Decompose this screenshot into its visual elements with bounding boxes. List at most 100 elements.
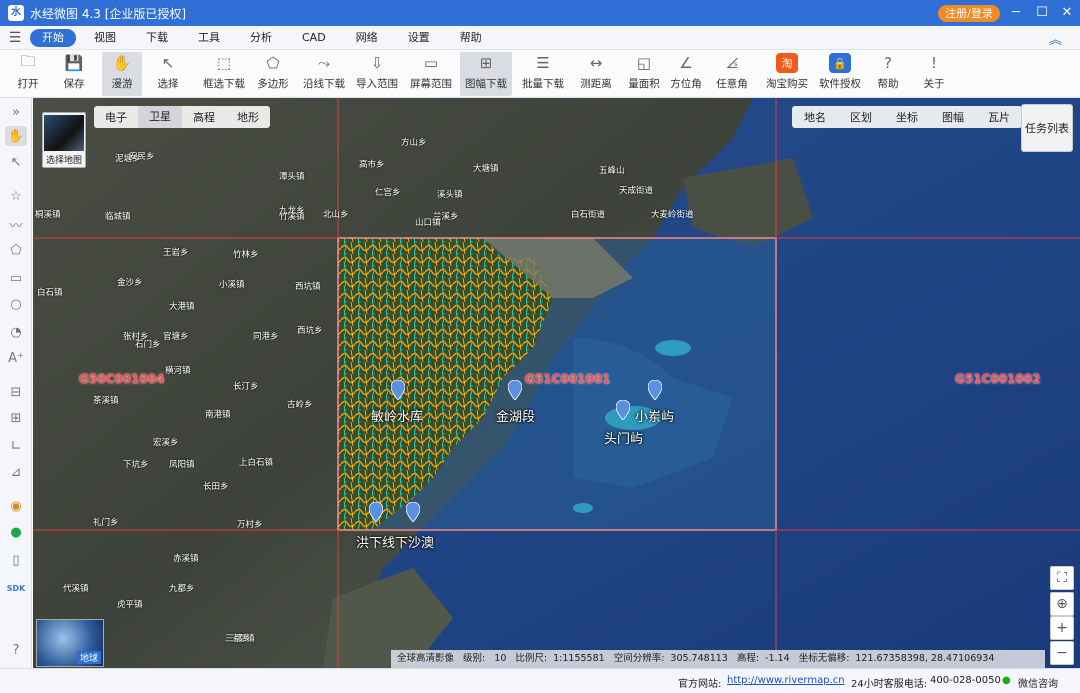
map-view[interactable]: 泥塘乡 安民乡 桐溪镇 临城镇 白石镇 竹溪镇 金沙乡 王岩乡 大港镇 茶溪镇 …	[33, 98, 1080, 668]
toolbar-import-button[interactable]: ⇩ 导入范围	[354, 52, 400, 96]
mobile-icon[interactable]: ▯	[5, 550, 27, 570]
location-pin-icon[interactable]	[406, 502, 420, 522]
marker-tool-icon[interactable]: ☆	[5, 186, 27, 206]
minimize-icon[interactable]: ─	[1003, 0, 1029, 26]
layer-districts[interactable]: 区划	[838, 109, 884, 125]
menu-tab-analysis[interactable]: 分析	[238, 29, 284, 47]
map-type-vector[interactable]: 电子	[94, 109, 138, 125]
menu-tab-tools[interactable]: 工具	[186, 29, 232, 47]
hamburger-menu-icon[interactable]: ☰	[0, 30, 30, 46]
toolbar-taobao-button[interactable]: 淘淘宝购买	[764, 52, 810, 96]
toolbar-line-download-button[interactable]: ⤳ 沿线下载	[300, 52, 348, 96]
text-tool-icon[interactable]: A⁺	[5, 348, 27, 368]
toolbar-box-download-button[interactable]: ⬚ 框选下载	[200, 52, 248, 96]
toolbar-info-button[interactable]: ! 关于	[916, 52, 952, 96]
toolbar-area-button[interactable]: ◱ 量面积	[624, 52, 664, 96]
toolbar-label: 选择	[157, 78, 179, 90]
share-icon[interactable]: ●	[5, 522, 27, 542]
maximize-icon[interactable]: ☐	[1029, 0, 1055, 26]
map-status-bar: 全球高清影像 级别: 10 比例尺: 1:1155581 空间分辨率: 305.74…	[391, 650, 1045, 668]
location-pin-icon[interactable]	[391, 380, 405, 400]
wechat-consult-link[interactable]: 微信咨询	[1018, 675, 1058, 690]
toolbar-hand-button[interactable]: ✋ 漫游	[102, 52, 142, 96]
toolbar-save-button[interactable]: 💾 保存	[56, 52, 92, 96]
select-map-button[interactable]: 选择地图	[42, 112, 86, 168]
menu-tab-help[interactable]: 帮助	[448, 29, 494, 47]
hand-tool-icon[interactable]: ✋	[5, 126, 27, 146]
protractor-tool-icon[interactable]: ⊿	[5, 462, 27, 482]
place-label: 大塘镇	[473, 164, 499, 174]
task-list-button[interactable]: 任务列表	[1021, 104, 1073, 152]
site-label: 官方网站:	[678, 679, 722, 690]
toolbar-polygon-button[interactable]: ⬠ 多边形	[254, 52, 292, 96]
toolbar-cursor-button[interactable]: ↖ 选择	[148, 52, 188, 96]
menu-tab-start[interactable]: 开始	[30, 28, 76, 47]
layers-icon[interactable]: ◉	[5, 496, 27, 516]
place-label: 天成街道	[619, 186, 654, 196]
wechat-icon[interactable]: ●	[1002, 675, 1011, 686]
toolbar-screen-button[interactable]: ▭ 屏幕范围	[408, 52, 454, 96]
menu-tab-settings[interactable]: 设置	[396, 29, 442, 47]
locate-icon[interactable]: ⊕	[1050, 592, 1074, 616]
collapse-ribbon-icon[interactable]: ︽	[1049, 29, 1062, 48]
angle-tool-icon[interactable]: ∟	[5, 436, 27, 456]
place-label: 大港镇	[169, 302, 195, 312]
toolbar-help-button[interactable]: ? 帮助	[870, 52, 906, 96]
help-circle-icon[interactable]: ?	[5, 640, 27, 660]
status-resolution-label: 空间分辨率:	[613, 653, 665, 664]
place-label: 九龙乡	[279, 206, 305, 216]
place-label: 桐溪镇	[35, 210, 61, 220]
location-pin-icon[interactable]	[369, 502, 383, 522]
toolbar-batch-button[interactable]: ☰ 批量下载	[518, 52, 568, 96]
place-label: 官塘乡	[163, 332, 189, 342]
toolbar-label: 关于	[923, 78, 945, 90]
select-tool-icon[interactable]: ↖	[5, 152, 27, 172]
expand-icon[interactable]: »	[5, 102, 27, 122]
toolbar-angle-button[interactable]: ⦞ 任意角	[712, 52, 752, 96]
location-pin-icon[interactable]	[616, 400, 630, 420]
select-map-label: 选择地图	[45, 156, 82, 166]
sdk-icon[interactable]: SDK	[5, 578, 27, 598]
polygon-tool-icon[interactable]: ⬠	[5, 240, 27, 260]
toolbar-azimuth-button[interactable]: ∠ 方位角	[668, 52, 704, 96]
zoom-in-button[interactable]: +	[1050, 616, 1074, 640]
toolbar-lock-button[interactable]: 🔒 软件授权	[816, 52, 864, 96]
pin-label: 敏岭水库	[371, 410, 424, 425]
layer-sheets[interactable]: 图幅	[930, 109, 976, 125]
place-label: 兰溪乡	[433, 212, 459, 222]
polyline-tool-icon[interactable]: 〰	[5, 214, 27, 234]
globe-overview[interactable]: 地球	[36, 619, 104, 667]
layer-tiles[interactable]: 瓦片	[976, 109, 1022, 125]
fullscreen-icon[interactable]: ⛶	[1050, 566, 1074, 590]
toolbar-ruler-button[interactable]: ↔ 测距离	[576, 52, 616, 96]
area-tool-icon[interactable]: ⊞	[5, 408, 27, 428]
rectangle-tool-icon[interactable]: ▭	[5, 268, 27, 288]
official-site-link[interactable]: http://www.rivermap.cn	[727, 675, 845, 686]
menu-tab-network[interactable]: 网络	[344, 29, 390, 47]
menu-tab-view[interactable]: 视图	[82, 29, 128, 47]
place-label: 白石镇	[37, 288, 63, 298]
sector-tool-icon[interactable]: ◔	[5, 322, 27, 342]
location-pin-icon[interactable]	[648, 380, 662, 400]
circle-tool-icon[interactable]: ○	[5, 294, 27, 314]
place-label: 茶溪镇	[93, 396, 119, 406]
place-label: 溪头镇	[437, 190, 463, 200]
menu-tab-download[interactable]: 下载	[134, 29, 180, 47]
register-login-button[interactable]: 注册/登录	[938, 5, 1000, 22]
map-type-terrain[interactable]: 地形	[226, 109, 270, 125]
toolbar-label: 量面积	[628, 78, 660, 90]
menu-tab-cad[interactable]: CAD	[290, 29, 338, 47]
location-pin-icon[interactable]	[508, 380, 522, 400]
layer-coordinates[interactable]: 坐标	[884, 109, 930, 125]
ruler-tool-icon[interactable]: ⊟	[5, 382, 27, 402]
zoom-out-button[interactable]: −	[1050, 641, 1074, 665]
toolbar-label: 打开	[17, 78, 39, 90]
map-type-elevation[interactable]: 高程	[182, 109, 226, 125]
layer-placenames[interactable]: 地名	[792, 109, 838, 125]
title-bar: 水 水经微图 4.3 [企业版已授权] 注册/登录 ─ ☐ ✕	[0, 0, 1080, 26]
toolbar-folder-button[interactable]: 🗀 打开	[8, 52, 48, 96]
close-icon[interactable]: ✕	[1054, 0, 1080, 26]
ribbon-toolbar: 🗀 打开 💾 保存 ✋ 漫游 ↖ 选择 ⬚ 框选下载 ⬠ 多边形 ⤳ 沿线下载 ⇩ 导入范围 ▭ 屏幕范围 ⊞ 图幅下…	[0, 50, 1080, 98]
map-type-satellite[interactable]: 卫星	[138, 106, 182, 128]
toolbar-sheet-button[interactable]: ⊞ 图幅下载	[460, 52, 512, 96]
